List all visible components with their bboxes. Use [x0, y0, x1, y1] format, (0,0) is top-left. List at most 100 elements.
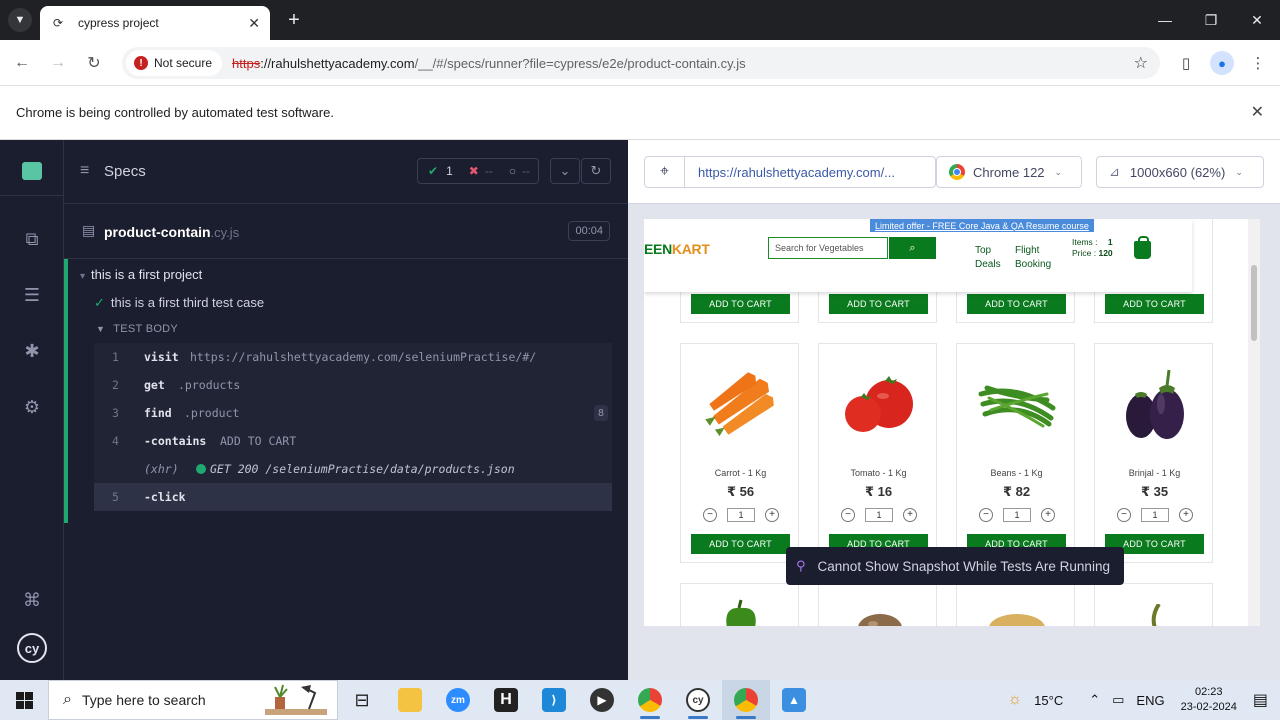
bookmark-star-icon[interactable]: ☆ — [1134, 53, 1148, 73]
mushroom-image — [858, 614, 902, 626]
keyboard-shortcuts-icon[interactable]: ⌘ — [0, 578, 64, 622]
restart-button[interactable]: ↻ — [581, 158, 611, 184]
forward-icon[interactable]: → — [46, 51, 70, 75]
capsicum-image — [726, 599, 756, 626]
taskbar-search-input[interactable]: ⌕ Type here to search — [48, 680, 338, 720]
top-deals-link[interactable]: Top Deals — [975, 244, 1001, 272]
debug-nav-icon[interactable]: ✱ — [0, 329, 64, 373]
flight-booking-link[interactable]: Flight Booking — [1015, 244, 1051, 272]
temperature[interactable]: 15°C — [1034, 693, 1063, 708]
decrement-button[interactable]: − — [979, 508, 993, 522]
viewport-selector[interactable]: ⊿ 1000x660 (62%) ⌄ — [1096, 156, 1264, 188]
chevron-up-icon[interactable]: ⌃ — [1089, 692, 1100, 708]
product-card — [1094, 583, 1213, 626]
add-to-cart-button[interactable]: ADD TO CART — [691, 294, 790, 314]
clock[interactable]: 02:23 23-02-2024 — [1181, 685, 1237, 715]
specs-nav-icon[interactable]: ⧉ — [0, 217, 64, 261]
window-close-icon[interactable]: ✕ — [1234, 0, 1280, 40]
pending-count: -- — [522, 164, 531, 178]
product-name: Brinjal - 1 Kg — [1128, 468, 1181, 478]
product-price: ₹ 82 — [1002, 484, 1031, 499]
tab-close-icon[interactable]: ✕ — [248, 15, 260, 32]
test-stats: ✔ 1 ✖ -- ○ -- — [417, 158, 539, 184]
file-explorer-icon[interactable] — [386, 680, 434, 720]
tab-search-icon[interactable]: ▼ — [8, 8, 32, 32]
browser-tab[interactable]: ⟳ cypress project ✕ — [40, 6, 270, 40]
xhr-row[interactable]: (xhr) GET 200 /seleniumPractise/data/pro… — [94, 455, 612, 483]
address-bar[interactable]: ! Not secure https://rahulshettyacademy.… — [122, 47, 1160, 79]
side-panel-icon[interactable]: ▯ — [1174, 51, 1198, 75]
task-view-icon[interactable]: ⊟ — [338, 680, 386, 720]
infobar-text: Chrome is being controlled by automated … — [16, 105, 334, 120]
product-card-beans: Beans - 1 Kg ₹ 82 − 1 + ADD TO CART — [956, 343, 1075, 563]
command-row[interactable]: 2 get .products — [94, 371, 612, 399]
test-title[interactable]: ✓ this is a first third test case — [94, 295, 264, 311]
url-host: ://rahulshettyacademy.com — [260, 55, 415, 71]
expand-collapse-button[interactable]: ⌄ — [550, 158, 580, 184]
infobar-close-icon[interactable]: ✕ — [1251, 102, 1264, 122]
decrement-button[interactable]: − — [841, 508, 855, 522]
battery-icon[interactable]: ▭ — [1112, 692, 1124, 708]
aut-url-bar[interactable]: ⌖ https://rahulshettyacademy.com/... — [644, 156, 936, 188]
add-to-cart-button[interactable]: ADD TO CART — [691, 534, 790, 554]
cypress-taskbar-icon[interactable]: cy — [674, 680, 722, 720]
chevron-down-icon: ▾ — [80, 271, 86, 282]
security-chip[interactable]: ! Not secure — [126, 50, 223, 76]
aut-url[interactable]: https://rahulshettyacademy.com/... — [698, 165, 895, 180]
command-row-active[interactable]: 5 -click — [94, 483, 612, 511]
suite-title[interactable]: ▾ this is a first project — [80, 267, 202, 282]
test-body-label[interactable]: ▼ TEST BODY — [96, 323, 178, 335]
language-indicator[interactable]: ENG — [1136, 693, 1164, 708]
windows-start-icon[interactable] — [0, 680, 48, 720]
quantity-input[interactable]: 1 — [727, 508, 755, 522]
vegetable-image — [1151, 604, 1161, 626]
pending-icon: ○ — [508, 164, 517, 178]
chrome-active-taskbar-icon[interactable] — [722, 680, 770, 720]
back-icon[interactable]: ← — [10, 51, 34, 75]
settings-gear-icon[interactable]: ⚙ — [0, 385, 64, 429]
search-button[interactable]: ⌕ — [889, 237, 936, 259]
product-card-tomato: Tomato - 1 Kg ₹ 16 − 1 + ADD TO CART — [818, 343, 937, 563]
add-to-cart-button[interactable]: ADD TO CART — [1105, 294, 1204, 314]
quantity-input[interactable]: 1 — [1003, 508, 1031, 522]
quantity-input[interactable]: 1 — [865, 508, 893, 522]
search-input[interactable]: Search for Vegetables — [768, 237, 888, 259]
reload-icon[interactable]: ↻ — [82, 51, 106, 75]
project-icon[interactable] — [0, 146, 64, 196]
run-duration: 00:04 — [568, 221, 610, 241]
cart-bag-icon[interactable] — [1134, 236, 1151, 259]
profile-avatar-icon[interactable]: ● — [1210, 51, 1234, 75]
chrome-taskbar-icon[interactable] — [626, 680, 674, 720]
increment-button[interactable]: + — [1179, 508, 1193, 522]
vscode-icon[interactable]: ⟩ — [530, 680, 578, 720]
selector-playground-crosshair-icon[interactable]: ⌖ — [645, 157, 685, 187]
browser-selector[interactable]: Chrome 122 ⌄ — [936, 156, 1082, 188]
photos-icon[interactable]: ▲ — [770, 680, 818, 720]
aut-scrollbar[interactable] — [1248, 219, 1260, 626]
command-row[interactable]: 4 -contains ADD TO CART — [94, 427, 612, 455]
media-player-icon[interactable]: ▶ — [578, 680, 626, 720]
restore-icon[interactable]: ❐ — [1188, 0, 1234, 40]
quantity-input[interactable]: 1 — [1141, 508, 1169, 522]
decrement-button[interactable]: − — [703, 508, 717, 522]
h-app-icon[interactable]: H — [482, 680, 530, 720]
minimize-icon[interactable]: — — [1142, 0, 1188, 40]
add-to-cart-button[interactable]: ADD TO CART — [967, 294, 1066, 314]
scroll-thumb[interactable] — [1251, 265, 1257, 341]
increment-button[interactable]: + — [903, 508, 917, 522]
new-tab-icon[interactable]: + — [282, 8, 306, 32]
runs-nav-icon[interactable]: ☰ — [0, 273, 64, 317]
specs-label[interactable]: Specs — [104, 163, 146, 180]
increment-button[interactable]: + — [1041, 508, 1055, 522]
specs-list-icon[interactable]: ≡ — [80, 162, 89, 180]
menu-kebab-icon[interactable]: ⋮ — [1246, 51, 1270, 75]
command-row[interactable]: 3 find .product 8 — [94, 399, 612, 427]
zoom-icon[interactable]: zm — [434, 680, 482, 720]
notifications-icon[interactable]: ▤ — [1253, 690, 1268, 710]
decrement-button[interactable]: − — [1117, 508, 1131, 522]
command-row[interactable]: 1 visit https://rahulshettyacademy.com/s… — [94, 343, 612, 371]
increment-button[interactable]: + — [765, 508, 779, 522]
add-to-cart-button[interactable]: ADD TO CART — [829, 294, 928, 314]
weather-icon[interactable]: ☼ — [1008, 691, 1023, 709]
offer-banner[interactable]: Limited offer - FREE Core Java & QA Resu… — [870, 219, 1094, 232]
